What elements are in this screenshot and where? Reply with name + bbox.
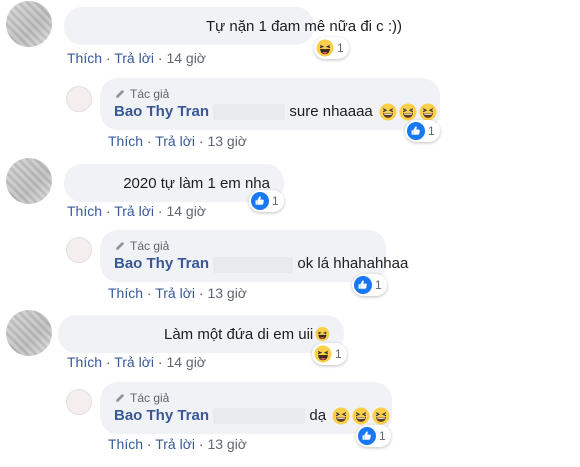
grin-emoji-icon bbox=[372, 407, 390, 425]
timestamp[interactable]: 14 giờ bbox=[166, 50, 206, 66]
pencil-icon bbox=[114, 240, 126, 252]
comment-actions: Thích · Trả lời · 14 giờ bbox=[67, 50, 206, 66]
like-reaction-icon bbox=[354, 276, 372, 294]
timestamp[interactable]: 13 giờ bbox=[207, 285, 247, 301]
reaction-count: 1 bbox=[337, 41, 344, 55]
reply-link[interactable]: Trả lời bbox=[114, 50, 154, 66]
timestamp[interactable]: 13 giờ bbox=[207, 133, 247, 149]
author-badge: Tác giả bbox=[114, 239, 169, 253]
grin-emoji-icon bbox=[379, 103, 397, 121]
separator: · bbox=[105, 203, 111, 219]
like-link[interactable]: Thích bbox=[108, 133, 143, 149]
author-badge-label: Tác giả bbox=[130, 86, 170, 101]
reply-actions: Thích · Trả lời · 13 giờ bbox=[108, 133, 247, 149]
timestamp[interactable]: 13 giờ bbox=[207, 436, 247, 452]
separator: · bbox=[146, 436, 152, 452]
separator: · bbox=[198, 285, 204, 301]
like-link[interactable]: Thích bbox=[67, 354, 102, 370]
reaction-count: 1 bbox=[272, 194, 279, 208]
redacted-tag bbox=[213, 408, 306, 425]
reply-link[interactable]: Trả lời bbox=[114, 354, 154, 370]
reaction-badge[interactable]: 1 bbox=[314, 37, 349, 59]
author-avatar[interactable] bbox=[66, 86, 92, 112]
author-badge: Tác giả bbox=[114, 87, 169, 101]
reply-actions: Thích · Trả lời · 13 giờ bbox=[108, 285, 247, 301]
reaction-badge[interactable]: 1 bbox=[312, 343, 347, 365]
comment-bubble: Tự nặn 1 đam mê nữa đi c :)) bbox=[64, 7, 402, 45]
commenter-avatar[interactable] bbox=[6, 1, 52, 47]
author-name[interactable]: Bao Thy Tran bbox=[114, 407, 209, 424]
grin-emoji-icon bbox=[332, 407, 350, 425]
like-reaction-icon bbox=[251, 192, 269, 210]
author-avatar[interactable] bbox=[66, 389, 92, 415]
author-name[interactable]: Bao Thy Tran bbox=[114, 255, 209, 272]
author-badge-label: Tác giả bbox=[130, 390, 170, 405]
author-avatar[interactable] bbox=[66, 237, 92, 263]
reply-link[interactable]: Trả lời bbox=[155, 133, 195, 149]
haha-emoji-icon bbox=[315, 325, 330, 343]
comment-text: Tự nặn 1 đam mê nữa đi c :)) bbox=[206, 17, 402, 35]
reaction-count: 1 bbox=[375, 278, 382, 292]
reply-actions: Thích · Trả lời · 13 giờ bbox=[108, 436, 247, 452]
redacted-name bbox=[78, 175, 117, 191]
reaction-count: 1 bbox=[335, 347, 342, 361]
reply-link[interactable]: Trả lời bbox=[155, 285, 195, 301]
reply-bubble: Tác giả Bao Thy Tran sure nhaaaa bbox=[100, 78, 440, 130]
reaction-badge[interactable]: 1 bbox=[249, 190, 284, 212]
haha-reaction-icon bbox=[314, 345, 332, 363]
comment-text: 2020 tự làm 1 em nha bbox=[123, 174, 270, 192]
author-badge: Tác giả bbox=[114, 391, 169, 405]
separator: · bbox=[157, 50, 163, 66]
separator: · bbox=[146, 285, 152, 301]
reaction-badge[interactable]: 1 bbox=[356, 425, 391, 447]
separator: · bbox=[157, 203, 163, 219]
reaction-badge[interactable]: 1 bbox=[352, 274, 387, 296]
separator: · bbox=[157, 354, 163, 370]
grin-emoji-icon bbox=[352, 407, 370, 425]
author-badge-label: Tác giả bbox=[130, 239, 170, 254]
reply-bubble: Tác giả Bao Thy Tran ok lá hhahahhaa bbox=[100, 230, 408, 282]
like-link[interactable]: Thích bbox=[108, 285, 143, 301]
reply-text: dạ bbox=[309, 406, 327, 424]
author-name[interactable]: Bao Thy Tran bbox=[114, 103, 209, 120]
like-link[interactable]: Thích bbox=[108, 436, 143, 452]
grin-emoji-icon bbox=[419, 103, 437, 121]
like-reaction-icon bbox=[407, 122, 425, 140]
comment-bubble: Làm một đứa di em uii bbox=[58, 315, 344, 353]
reaction-count: 1 bbox=[379, 429, 386, 443]
separator: · bbox=[105, 354, 111, 370]
pencil-icon bbox=[114, 88, 126, 100]
haha-reaction-icon bbox=[316, 39, 334, 57]
reply-text: ok lá hhahahhaa bbox=[297, 255, 409, 273]
reply-bubble: Tác giả Bao Thy Tran dạ bbox=[100, 382, 392, 434]
reaction-badge[interactable]: 1 bbox=[405, 120, 440, 142]
separator: · bbox=[198, 133, 204, 149]
reply-link[interactable]: Trả lời bbox=[114, 203, 154, 219]
pencil-icon bbox=[114, 392, 126, 404]
redacted-tag bbox=[213, 104, 286, 121]
redacted-tag bbox=[213, 256, 294, 273]
grin-emoji-icon bbox=[399, 103, 417, 121]
like-link[interactable]: Thích bbox=[67, 203, 102, 219]
like-reaction-icon bbox=[358, 427, 376, 445]
comment-actions: Thích · Trả lời · 14 giờ bbox=[67, 354, 206, 370]
comment-actions: Thích · Trả lời · 14 giờ bbox=[67, 203, 206, 219]
comment-text: Làm một đứa di em uii bbox=[164, 325, 314, 343]
reply-link[interactable]: Trả lời bbox=[155, 436, 195, 452]
commenter-avatar[interactable] bbox=[6, 310, 52, 356]
timestamp[interactable]: 14 giờ bbox=[166, 354, 206, 370]
timestamp[interactable]: 14 giờ bbox=[166, 203, 206, 219]
separator: · bbox=[105, 50, 111, 66]
separator: · bbox=[146, 133, 152, 149]
reaction-count: 1 bbox=[428, 124, 435, 138]
commenter-avatar[interactable] bbox=[6, 158, 52, 204]
reply-text: sure nhaaaa bbox=[289, 102, 373, 120]
separator: · bbox=[198, 436, 204, 452]
like-link[interactable]: Thích bbox=[67, 50, 102, 66]
